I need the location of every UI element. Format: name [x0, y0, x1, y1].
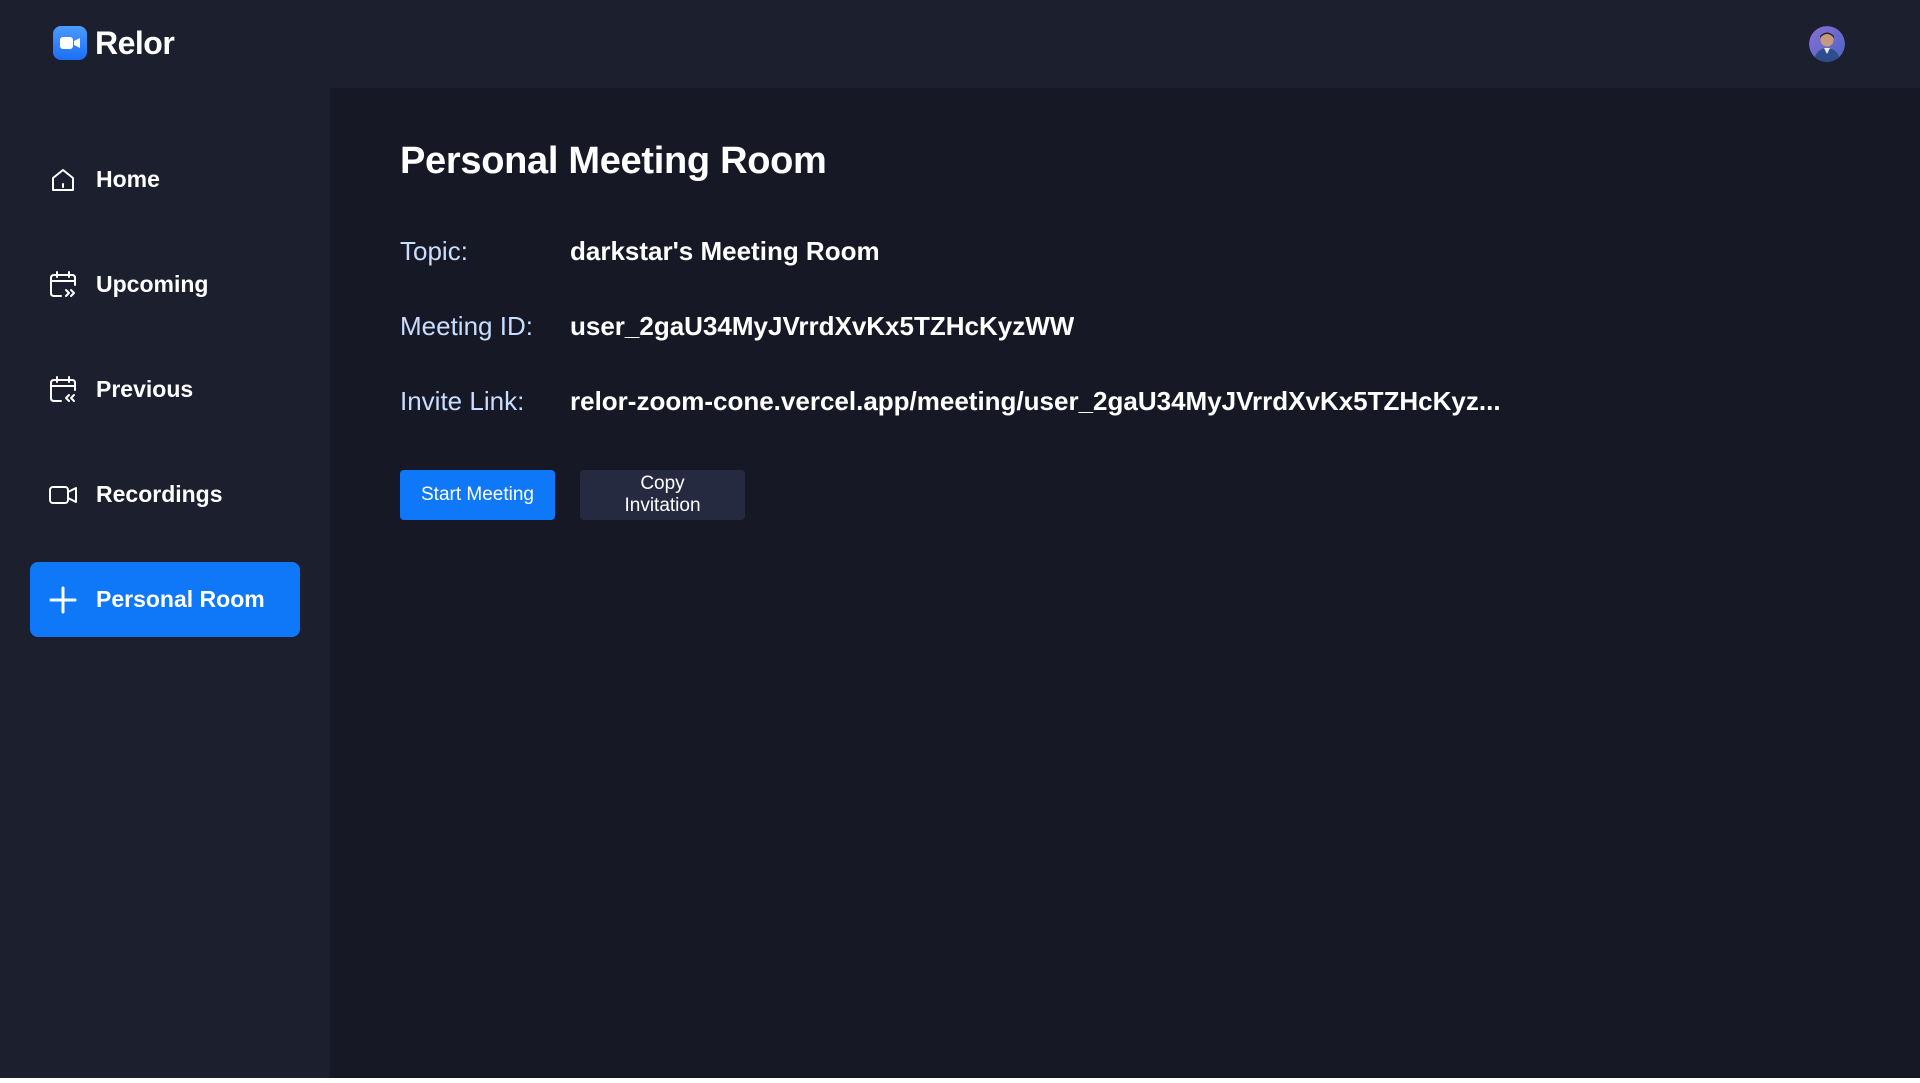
brand-link[interactable]: Relor: [53, 23, 175, 63]
video-camera-icon: [48, 480, 78, 510]
copy-invitation-button[interactable]: Copy Invitation: [580, 470, 745, 520]
plus-icon: [48, 585, 78, 615]
main-content: Personal Meeting Room Topic: darkstar's …: [330, 88, 1920, 1078]
sidebar-item-home[interactable]: Home: [30, 142, 300, 217]
sidebar-item-label: Recordings: [96, 481, 223, 507]
topic-label: Topic:: [400, 235, 468, 266]
sidebar-item-label: Home: [96, 166, 160, 192]
meeting-id-row: Meeting ID: user_2gaU34MyJVrrdXvKx5TZHcK…: [400, 309, 1074, 343]
topic-row: Topic: darkstar's Meeting Room: [400, 234, 880, 268]
sidebar-item-recordings[interactable]: Recordings: [30, 457, 300, 532]
sidebar-item-personal-room[interactable]: Personal Room: [30, 562, 300, 637]
page-title: Personal Meeting Room: [400, 140, 827, 182]
invite-link-label: Invite Link:: [400, 385, 525, 416]
sidebar-item-label: Previous: [96, 376, 194, 402]
invite-link-row: Invite Link: relor-zoom-cone.vercel.app/…: [400, 384, 1501, 418]
invite-link-value[interactable]: relor-zoom-cone.vercel.app/meeting/user_…: [570, 386, 1501, 417]
brand-name: Relor: [95, 24, 175, 61]
calendar-upcoming-icon: [48, 270, 78, 300]
video-camera-logo-icon: [53, 26, 87, 60]
sidebar-item-upcoming[interactable]: Upcoming: [30, 247, 300, 322]
top-navbar: Relor: [0, 0, 1920, 88]
home-icon: [48, 165, 78, 195]
user-avatar[interactable]: [1809, 26, 1845, 62]
start-meeting-button[interactable]: Start Meeting: [400, 470, 555, 520]
sidebar: Home Upcoming Previous Recordings Person…: [0, 88, 330, 1078]
meeting-id-label: Meeting ID:: [400, 310, 533, 341]
topic-value: darkstar's Meeting Room: [570, 235, 880, 266]
app-root: Relor Home Upcoming Previous Recordings …: [0, 0, 1920, 1078]
sidebar-item-label: Upcoming: [96, 271, 209, 297]
calendar-previous-icon: [48, 375, 78, 405]
bottom-edge: [0, 1078, 1920, 1083]
meeting-id-value: user_2gaU34MyJVrrdXvKx5TZHcKyzWW: [570, 310, 1075, 341]
sidebar-item-label: Personal Room: [96, 586, 265, 612]
sidebar-item-previous[interactable]: Previous: [30, 352, 300, 427]
